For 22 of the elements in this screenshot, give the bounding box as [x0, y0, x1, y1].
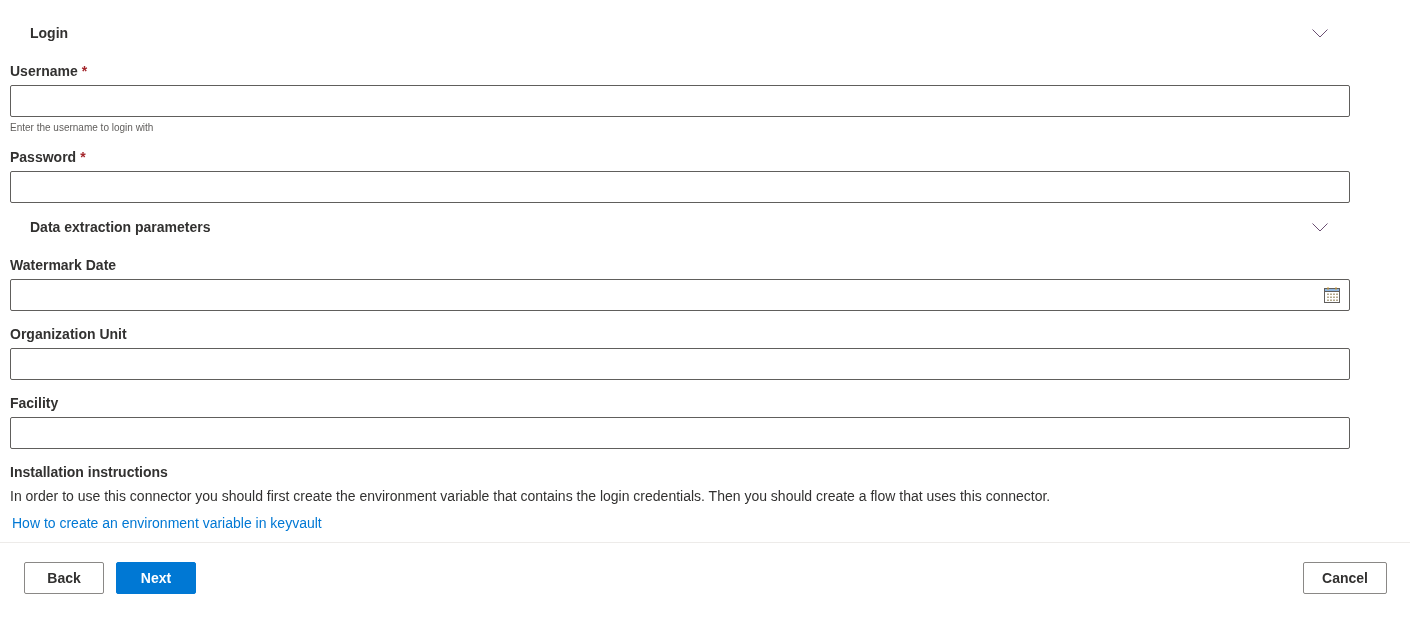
input-field[interactable]	[10, 348, 1350, 380]
instructions-title: Installation instructions	[10, 463, 168, 482]
field-label: Organization Unit	[10, 325, 127, 344]
chevron-down-icon	[1312, 28, 1328, 38]
input-field[interactable]	[10, 85, 1350, 117]
date-input-field[interactable]	[10, 279, 1350, 311]
primary-button[interactable]: Next	[116, 562, 196, 594]
instructions-text: In order to use this connector you should first create the environment variable that contains the login credentials. Then you should create a flow that uses this connector.	[10, 487, 1051, 506]
section-header[interactable]: Login	[10, 18, 1350, 48]
help-link[interactable]: How to create an environment variable in keyvault	[12, 513, 322, 533]
field-label: Watermark Date	[10, 256, 117, 275]
secondary-button[interactable]: Back	[24, 562, 104, 594]
calendar-icon[interactable]	[1324, 287, 1340, 303]
field-hint: Enter the username to login with	[10, 122, 154, 134]
field-label: Username *	[10, 62, 88, 81]
password-field[interactable]	[10, 171, 1350, 203]
field-label: Facility	[10, 394, 59, 413]
field-label: Password *	[10, 148, 86, 167]
section-header[interactable]: Data extraction parameters	[10, 212, 1350, 242]
chevron-down-icon	[1312, 222, 1328, 232]
input-field[interactable]	[10, 417, 1350, 449]
secondary-button[interactable]: Cancel	[1303, 562, 1387, 594]
